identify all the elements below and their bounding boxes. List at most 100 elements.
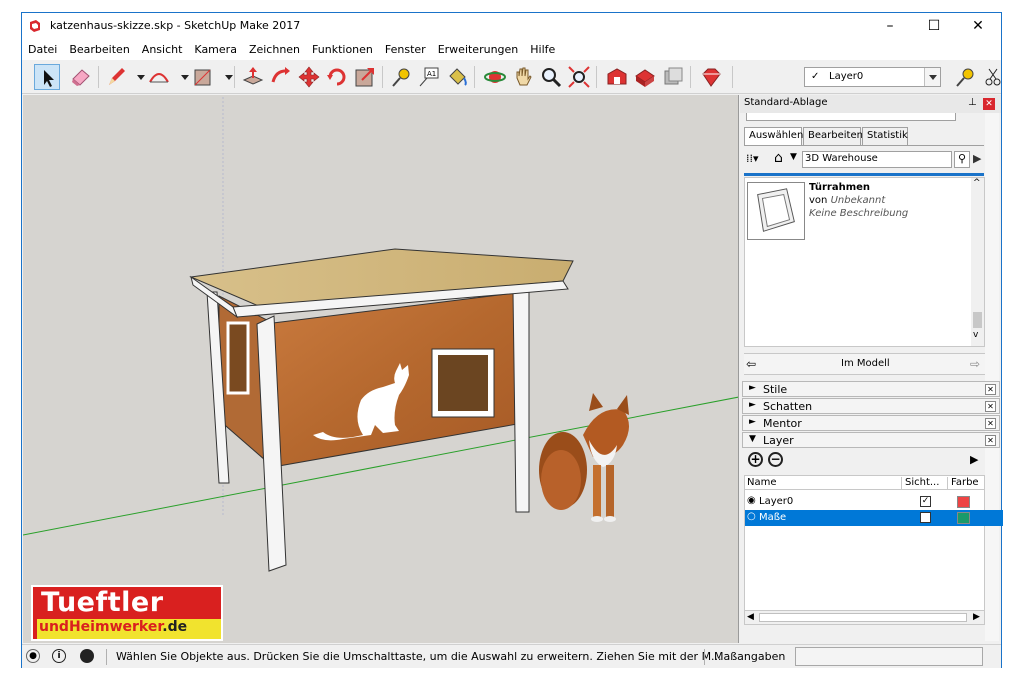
active-layer-radio[interactable]: ◉ bbox=[747, 495, 756, 506]
text-tool-button[interactable]: A1 bbox=[416, 64, 442, 90]
minimize-button[interactable]: – bbox=[868, 13, 912, 40]
follow-me-tool-button[interactable] bbox=[268, 64, 294, 90]
viewport-canvas[interactable]: Tueftler undHeimwerker.de bbox=[23, 95, 739, 643]
paint-bucket-tool-button[interactable] bbox=[444, 64, 470, 90]
close-icon[interactable]: ✕ bbox=[985, 401, 996, 412]
geo-location-icon[interactable]: ● bbox=[26, 649, 40, 663]
layer-color-swatch[interactable] bbox=[957, 512, 970, 524]
menu-bearbeiten[interactable]: Bearbeiten bbox=[63, 40, 135, 56]
logo-und: und bbox=[39, 619, 69, 635]
layer-dropdown[interactable]: ✓ Layer0 bbox=[804, 67, 941, 87]
arc-dropdown-button[interactable] bbox=[172, 64, 189, 90]
col-name-header[interactable]: Name bbox=[747, 477, 777, 488]
col-visible-header[interactable]: Sicht... bbox=[901, 477, 943, 490]
menu-kamera[interactable]: Kamera bbox=[188, 40, 243, 56]
scroll-thumb[interactable] bbox=[973, 312, 982, 328]
layer-tool-button[interactable] bbox=[952, 64, 978, 90]
details-arrow-icon[interactable]: ▶ bbox=[973, 152, 981, 165]
in-model-label[interactable]: Im Modell bbox=[841, 358, 890, 369]
h-scroll-thumb[interactable] bbox=[759, 613, 967, 622]
toolbar-divider bbox=[234, 66, 235, 88]
back-arrow-icon[interactable]: ⇦ bbox=[746, 357, 756, 371]
layer-row[interactable]: ○ Maße bbox=[745, 510, 1003, 526]
close-button[interactable]: ✕ bbox=[956, 13, 1000, 40]
remove-layer-icon[interactable]: − bbox=[768, 452, 783, 467]
rectangle-tool-button[interactable] bbox=[190, 64, 216, 90]
section-mentor[interactable]: ► Mentor ✕ bbox=[742, 415, 1000, 431]
tray-close-button[interactable]: ✕ bbox=[983, 98, 995, 110]
menu-funktionen[interactable]: Funktionen bbox=[306, 40, 379, 56]
logo-line1: Tueftler bbox=[41, 587, 164, 618]
menu-erweiterungen[interactable]: Erweiterungen bbox=[432, 40, 525, 56]
toolbar-overflow-button[interactable] bbox=[980, 64, 1001, 90]
browser-scrollbar[interactable]: ^ v bbox=[971, 178, 984, 346]
layer-color-swatch[interactable] bbox=[957, 496, 970, 508]
tab-statistik[interactable]: Statistik bbox=[862, 127, 908, 145]
view-options-icon[interactable]: ⁞⁞▾ bbox=[746, 152, 759, 165]
3d-warehouse-button[interactable] bbox=[604, 64, 630, 90]
menu-ansicht[interactable]: Ansicht bbox=[136, 40, 189, 56]
zoom-extents-tool-button[interactable] bbox=[566, 64, 592, 90]
section-label: Mentor bbox=[763, 417, 802, 430]
rotate-tool-button[interactable] bbox=[324, 64, 350, 90]
pan-tool-button[interactable] bbox=[510, 64, 536, 90]
info-icon[interactable]: i bbox=[52, 649, 66, 663]
section-schatten[interactable]: ► Schatten ✕ bbox=[742, 398, 1000, 414]
forward-arrow-icon[interactable]: ⇨ bbox=[970, 357, 980, 371]
push-pull-icon bbox=[242, 67, 264, 85]
scroll-right-icon[interactable]: ▶ bbox=[973, 612, 980, 622]
scroll-left-icon[interactable]: ◀ bbox=[747, 612, 754, 622]
extension-button[interactable] bbox=[698, 64, 724, 90]
user-account-icon[interactable] bbox=[80, 649, 94, 663]
line-dropdown-button[interactable] bbox=[128, 64, 145, 90]
rectangle-dropdown-button[interactable] bbox=[216, 64, 233, 90]
close-icon[interactable]: ✕ bbox=[985, 435, 996, 446]
layer-details-icon[interactable]: ▶ bbox=[970, 453, 978, 466]
tray-title: Standard-Ablage bbox=[744, 97, 828, 108]
horizontal-scrollbar[interactable]: ◀ ▶ bbox=[745, 610, 984, 624]
select-tool-button[interactable] bbox=[34, 64, 60, 90]
pin-icon[interactable]: ⊥ bbox=[968, 97, 977, 108]
tray-scrollbar[interactable] bbox=[985, 113, 999, 641]
scale-tool-button[interactable] bbox=[352, 64, 378, 90]
measurements-input[interactable] bbox=[795, 647, 983, 666]
extension-warehouse-button[interactable] bbox=[632, 64, 658, 90]
menu-datei[interactable]: Datei bbox=[22, 40, 63, 56]
line-tool-button[interactable] bbox=[104, 64, 130, 90]
arc-tool-button[interactable] bbox=[146, 64, 172, 90]
menu-zeichnen[interactable]: Zeichnen bbox=[243, 40, 306, 56]
push-pull-tool-button[interactable] bbox=[240, 64, 266, 90]
maximize-button[interactable]: ☐ bbox=[912, 13, 956, 40]
share-model-button[interactable] bbox=[660, 64, 686, 90]
tape-measure-tool-button[interactable] bbox=[388, 64, 414, 90]
visible-checkbox[interactable] bbox=[920, 512, 931, 523]
scroll-up-icon[interactable]: ^ bbox=[973, 178, 981, 188]
eraser-tool-button[interactable] bbox=[68, 64, 94, 90]
close-icon[interactable]: ✕ bbox=[985, 418, 996, 429]
move-tool-button[interactable] bbox=[296, 64, 322, 90]
tab-bearbeiten[interactable]: Bearbeiten bbox=[803, 127, 863, 145]
col-color-header[interactable]: Farbe bbox=[947, 477, 983, 490]
layer-row[interactable]: ◉ Layer0 ✓ bbox=[745, 494, 1003, 510]
search-icon[interactable]: ⚲ bbox=[954, 151, 970, 168]
expand-arrow-icon: ► bbox=[749, 400, 756, 410]
menu-hilfe[interactable]: Hilfe bbox=[524, 40, 561, 56]
navigation-dropdown-icon[interactable]: ▼ bbox=[790, 152, 797, 162]
zoom-tool-button[interactable] bbox=[538, 64, 564, 90]
close-icon[interactable]: ✕ bbox=[985, 384, 996, 395]
component-thumbnail[interactable] bbox=[747, 182, 805, 240]
toolbar-divider bbox=[596, 66, 597, 88]
add-layer-icon[interactable]: + bbox=[748, 452, 763, 467]
orbit-tool-button[interactable] bbox=[482, 64, 508, 90]
warehouse-search-input[interactable]: 3D Warehouse bbox=[802, 151, 952, 168]
component-author-row: von Unbekannt bbox=[809, 195, 885, 206]
author-name[interactable]: Unbekannt bbox=[831, 195, 886, 206]
scroll-down-icon[interactable]: v bbox=[973, 330, 978, 340]
section-stile[interactable]: ► Stile ✕ bbox=[742, 381, 1000, 397]
visible-checkbox[interactable]: ✓ bbox=[920, 496, 931, 507]
active-layer-radio[interactable]: ○ bbox=[747, 511, 756, 522]
section-layer[interactable]: ▼ Layer ✕ bbox=[742, 432, 1000, 448]
tab-auswaehlen[interactable]: Auswählen bbox=[744, 127, 803, 146]
home-icon[interactable]: ⌂ bbox=[774, 150, 783, 166]
menu-fenster[interactable]: Fenster bbox=[379, 40, 432, 56]
